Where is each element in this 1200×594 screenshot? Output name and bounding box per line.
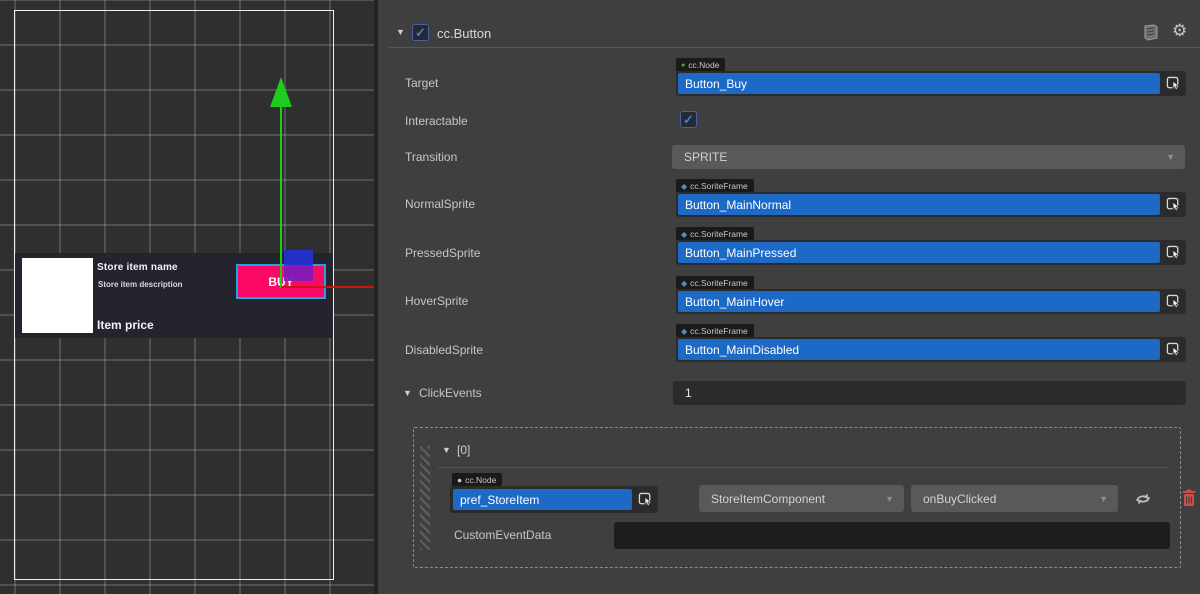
app-root: Store item name Store item description I… bbox=[0, 0, 1200, 594]
gizmo-purple-rect bbox=[284, 265, 313, 281]
normalsprite-tag-text: cc.SoriteFrame bbox=[690, 181, 748, 191]
store-item-name: Store item name bbox=[97, 262, 178, 273]
y-axis-arrow-icon[interactable] bbox=[270, 77, 292, 107]
transition-value: SPRITE bbox=[672, 150, 1166, 164]
settings-gear-icon[interactable]: ⚙ bbox=[1172, 21, 1187, 41]
disabledsprite-tag-text: cc.SoriteFrame bbox=[690, 326, 748, 336]
store-item-image bbox=[22, 258, 93, 333]
pressedsprite-type-tag: ◆ cc.SoriteFrame bbox=[676, 227, 754, 240]
pressedsprite-field[interactable]: Button_MainPressed bbox=[676, 240, 1186, 265]
hoversprite-tag-text: cc.SoriteFrame bbox=[690, 278, 748, 288]
check-icon: ✓ bbox=[683, 112, 694, 127]
spriteframe-type-icon: ◆ bbox=[681, 230, 687, 239]
inspector-panel: ▼ ✓ cc.Button ⚙ Target ● cc.Node Button_… bbox=[378, 0, 1200, 594]
gizmo-blue-rect bbox=[284, 250, 313, 265]
disabledsprite-type-tag: ◆ cc.SoriteFrame bbox=[676, 324, 754, 337]
pressedsprite-value[interactable]: Button_MainPressed bbox=[678, 242, 1160, 263]
interactable-label: Interactable bbox=[405, 114, 468, 128]
event-collapse-icon[interactable]: ▼ bbox=[442, 445, 451, 455]
event-divider bbox=[438, 467, 1169, 468]
disabledsprite-field[interactable]: Button_MainDisabled bbox=[676, 337, 1186, 362]
hoversprite-type-tag: ◆ cc.SoriteFrame bbox=[676, 276, 754, 289]
chevron-down-icon: ▼ bbox=[1099, 494, 1118, 504]
transition-dropdown[interactable]: SPRITE ▼ bbox=[672, 145, 1185, 169]
event-node-type-tag: ● cc.Node bbox=[452, 473, 502, 486]
component-collapse-icon[interactable]: ▼ bbox=[396, 27, 405, 37]
transition-label: Transition bbox=[405, 150, 457, 164]
drag-handle-stripes[interactable] bbox=[420, 446, 430, 550]
component-enabled-checkbox[interactable]: ✓ bbox=[412, 24, 429, 41]
y-axis-line[interactable] bbox=[280, 106, 282, 288]
node-type-icon: ● bbox=[681, 62, 685, 69]
target-type-tag: ● cc.Node bbox=[676, 58, 725, 71]
clickevents-count-field[interactable]: 1 bbox=[673, 381, 1186, 405]
event-node-value[interactable]: pref_StoreItem bbox=[453, 489, 632, 510]
component-dropdown[interactable]: StoreItemComponent ▼ bbox=[699, 485, 904, 512]
interactable-checkbox[interactable]: ✓ bbox=[680, 111, 697, 128]
node-picker-icon[interactable] bbox=[1160, 289, 1186, 314]
spriteframe-type-icon: ◆ bbox=[681, 182, 687, 191]
event-index-label: [0] bbox=[457, 443, 470, 457]
event-node-field[interactable]: pref_StoreItem bbox=[450, 486, 658, 513]
hoversprite-value[interactable]: Button_MainHover bbox=[678, 291, 1160, 312]
target-label: Target bbox=[405, 76, 438, 90]
spriteframe-type-icon: ◆ bbox=[681, 327, 687, 336]
help-book-icon[interactable] bbox=[1141, 24, 1160, 41]
chevron-down-icon: ▼ bbox=[1166, 152, 1185, 162]
trash-icon[interactable] bbox=[1180, 488, 1198, 508]
check-icon: ✓ bbox=[415, 25, 426, 40]
refresh-icon[interactable] bbox=[1132, 489, 1154, 509]
x-axis-line[interactable] bbox=[281, 286, 374, 288]
pressedsprite-tag-text: cc.SoriteFrame bbox=[690, 229, 748, 239]
header-divider bbox=[389, 47, 1200, 48]
normalsprite-label: NormalSprite bbox=[405, 197, 475, 211]
node-picker-icon[interactable] bbox=[1160, 240, 1186, 265]
chevron-down-icon: ▼ bbox=[885, 494, 904, 504]
event-group: ▼ [0] ● cc.Node pref_StoreItem StoreItem… bbox=[413, 427, 1181, 568]
pressedsprite-label: PressedSprite bbox=[405, 246, 480, 260]
scene-view[interactable]: Store item name Store item description I… bbox=[0, 0, 374, 594]
disabledsprite-label: DisabledSprite bbox=[405, 343, 483, 357]
target-tag-text: cc.Node bbox=[688, 60, 719, 70]
store-item-description: Store item description bbox=[98, 280, 182, 289]
custom-event-data-label: CustomEventData bbox=[454, 528, 551, 542]
normalsprite-value[interactable]: Button_MainNormal bbox=[678, 194, 1160, 215]
store-item-price: Item price bbox=[97, 318, 154, 332]
clickevents-collapse-icon[interactable]: ▼ bbox=[403, 388, 412, 398]
spriteframe-type-icon: ◆ bbox=[681, 279, 687, 288]
clickevents-count: 1 bbox=[685, 386, 692, 400]
node-picker-icon[interactable] bbox=[1160, 192, 1186, 217]
node-picker-icon[interactable] bbox=[632, 487, 658, 512]
target-node-field[interactable]: Button_Buy bbox=[676, 71, 1186, 96]
event-node-tag-text: cc.Node bbox=[465, 475, 496, 485]
hoversprite-field[interactable]: Button_MainHover bbox=[676, 289, 1186, 314]
normalsprite-field[interactable]: Button_MainNormal bbox=[676, 192, 1186, 217]
node-picker-icon[interactable] bbox=[1160, 337, 1186, 362]
disabledsprite-value[interactable]: Button_MainDisabled bbox=[678, 339, 1160, 360]
hoversprite-label: HoverSprite bbox=[405, 294, 468, 308]
component-title: cc.Button bbox=[437, 26, 491, 41]
component-dropdown-value: StoreItemComponent bbox=[699, 492, 885, 506]
handler-dropdown[interactable]: onBuyClicked ▼ bbox=[911, 485, 1118, 512]
node-picker-icon[interactable] bbox=[1160, 71, 1186, 96]
normalsprite-type-tag: ◆ cc.SoriteFrame bbox=[676, 179, 754, 192]
clickevents-label: ClickEvents bbox=[419, 386, 482, 400]
custom-event-data-input[interactable] bbox=[614, 522, 1170, 549]
target-node-value[interactable]: Button_Buy bbox=[678, 73, 1160, 94]
node-type-icon: ● bbox=[457, 475, 462, 485]
handler-dropdown-value: onBuyClicked bbox=[911, 492, 1099, 506]
